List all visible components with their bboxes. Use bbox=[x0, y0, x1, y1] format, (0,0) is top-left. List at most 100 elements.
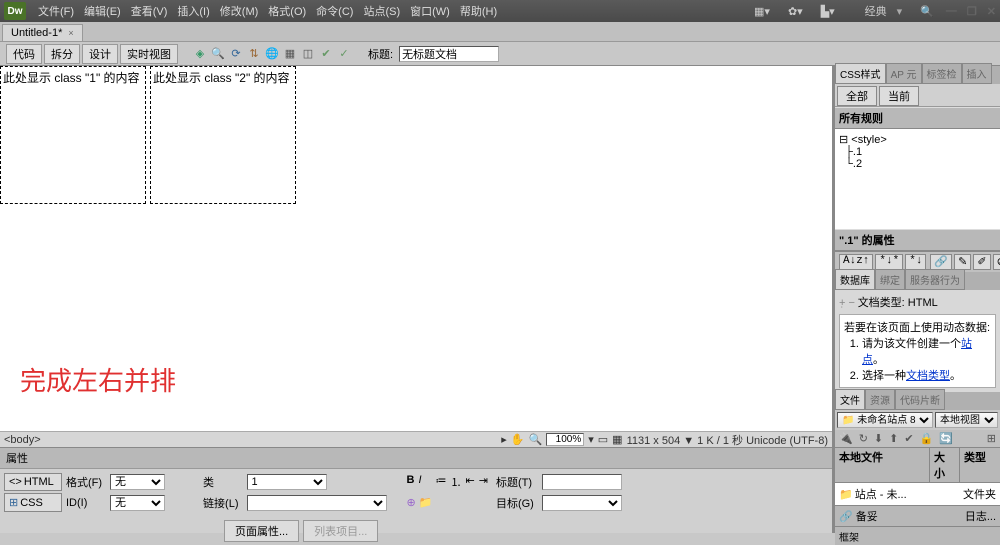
device-icon[interactable]: ▦ bbox=[612, 433, 622, 446]
outdent-button[interactable]: ⇤ bbox=[466, 474, 475, 490]
new-rule-icon[interactable]: ✎ bbox=[954, 254, 971, 270]
files-tab[interactable]: 文件 bbox=[835, 389, 865, 410]
tag-inspector-tab[interactable]: 标签检 bbox=[922, 63, 962, 84]
rules-tree[interactable]: ⊟ <style> ├.1 └.2 bbox=[835, 129, 1000, 229]
get-files-icon[interactable]: ⬇ bbox=[874, 432, 883, 445]
validate-icon[interactable]: ✔ bbox=[318, 46, 334, 62]
col-size[interactable]: 大小 bbox=[930, 448, 960, 482]
code-view-button[interactable]: 代码 bbox=[6, 44, 42, 64]
title-input[interactable] bbox=[399, 46, 499, 62]
connect-icon[interactable]: 🔌 bbox=[839, 432, 853, 445]
sort-star1-button[interactable]: *↓* bbox=[875, 254, 903, 270]
indent-button[interactable]: ⇥ bbox=[479, 474, 488, 490]
insert-tab[interactable]: 插入 bbox=[962, 63, 992, 84]
sort-az-button[interactable]: A↓z↑ bbox=[839, 254, 873, 270]
menu-modify[interactable]: 修改(M) bbox=[216, 1, 263, 21]
close-button[interactable]: ✕ bbox=[987, 5, 996, 18]
menu-insert[interactable]: 插入(I) bbox=[173, 1, 213, 21]
bindings-tab[interactable]: 绑定 bbox=[875, 269, 905, 290]
sort-star2-button[interactable]: *↓ bbox=[905, 254, 926, 270]
hand-tool-icon[interactable]: ✋ bbox=[511, 433, 525, 446]
menu-window[interactable]: 窗口(W) bbox=[406, 1, 454, 21]
refresh-files-icon[interactable]: ↻ bbox=[859, 432, 868, 445]
select-tool-icon[interactable]: ▸ bbox=[501, 433, 507, 446]
log-link[interactable]: 日志... bbox=[965, 508, 996, 524]
inspect-icon[interactable]: 🔍 bbox=[210, 46, 226, 62]
class-select[interactable]: 1 bbox=[247, 474, 327, 490]
files-list[interactable]: 📁站点 - 未... 文件夹 bbox=[835, 483, 1000, 505]
options-icon[interactable]: ▦ bbox=[282, 46, 298, 62]
assets-tab[interactable]: 资源 bbox=[865, 389, 895, 410]
checkout-icon[interactable]: ✔ bbox=[904, 432, 913, 445]
all-rules-tab[interactable]: 全部 bbox=[837, 86, 877, 106]
minimize-button[interactable]: — bbox=[946, 5, 957, 18]
point-to-file-icon[interactable]: ⊕ bbox=[407, 496, 416, 509]
workspace-label[interactable]: 经典 bbox=[865, 3, 887, 19]
refresh-icon[interactable]: ⟳ bbox=[228, 46, 244, 62]
sync-icon[interactable]: 🔄 bbox=[939, 432, 953, 445]
doctype-link[interactable]: 文档类型 bbox=[906, 370, 950, 382]
current-rules-tab[interactable]: 当前 bbox=[879, 86, 919, 106]
format-select[interactable]: 无 bbox=[110, 474, 165, 490]
live-code-icon[interactable]: ◈ bbox=[192, 46, 208, 62]
div-class-1[interactable]: 此处显示 class "1" 的内容 bbox=[0, 66, 146, 204]
design-view-button[interactable]: 设计 bbox=[82, 44, 118, 64]
tag-selector[interactable]: <body> bbox=[4, 434, 41, 446]
expand-icon[interactable]: ⊞ bbox=[987, 432, 996, 445]
html-mode-button[interactable]: <>HTML bbox=[4, 473, 62, 491]
zoom-tool-icon[interactable]: 🔍 bbox=[529, 433, 543, 446]
zoom-dropdown-icon[interactable]: ▾ bbox=[588, 433, 594, 446]
layout-icon[interactable]: ▦▾ bbox=[754, 5, 770, 18]
check-icon[interactable]: ✓ bbox=[336, 46, 352, 62]
attach-css-icon[interactable]: 🔗 bbox=[930, 254, 952, 270]
id-select[interactable]: 无 bbox=[110, 495, 165, 511]
database-tab[interactable]: 数据库 bbox=[835, 269, 875, 290]
menu-edit[interactable]: 编辑(E) bbox=[80, 1, 125, 21]
put-files-icon[interactable]: ⬆ bbox=[889, 432, 898, 445]
maximize-button[interactable]: ❐ bbox=[967, 5, 977, 18]
title-input-2[interactable] bbox=[542, 474, 622, 490]
browse-folder-icon[interactable]: 📁 bbox=[419, 496, 433, 509]
file-mgmt-icon[interactable]: ⇅ bbox=[246, 46, 262, 62]
ap-elements-tab[interactable]: AP 元 bbox=[886, 63, 922, 84]
link-select[interactable] bbox=[247, 495, 387, 511]
bold-button[interactable]: B bbox=[407, 474, 415, 490]
menu-view[interactable]: 查看(V) bbox=[127, 1, 172, 21]
target-select[interactable] bbox=[542, 495, 622, 511]
search-icon[interactable]: 🔍 bbox=[920, 5, 934, 18]
menu-commands[interactable]: 命令(C) bbox=[312, 1, 357, 21]
col-type[interactable]: 类型 bbox=[960, 448, 1000, 482]
frames-panel-header[interactable]: 框架 bbox=[835, 526, 1000, 545]
css-styles-tab[interactable]: CSS样式 bbox=[835, 63, 886, 84]
zoom-input[interactable] bbox=[546, 433, 584, 446]
live-view-button[interactable]: 实时视图 bbox=[120, 44, 178, 64]
properties-header[interactable]: 属性 bbox=[0, 448, 832, 469]
ol-button[interactable]: ⒈ bbox=[451, 474, 462, 490]
page-properties-button[interactable]: 页面属性... bbox=[224, 520, 299, 542]
ul-button[interactable]: ≔ bbox=[436, 474, 447, 490]
italic-button[interactable]: I bbox=[418, 474, 421, 490]
div-class-2[interactable]: 此处显示 class "2" 的内容 bbox=[150, 66, 296, 204]
css-mode-button[interactable]: ⊞CSS bbox=[4, 493, 62, 512]
extend-icon[interactable]: ✿▾ bbox=[788, 5, 803, 18]
visual-aids-icon[interactable]: ◫ bbox=[300, 46, 316, 62]
menu-file[interactable]: 文件(F) bbox=[34, 1, 78, 21]
view-select[interactable]: 本地视图 bbox=[935, 412, 998, 428]
menu-help[interactable]: 帮助(H) bbox=[456, 1, 501, 21]
menu-site[interactable]: 站点(S) bbox=[359, 1, 404, 21]
snippets-tab[interactable]: 代码片断 bbox=[895, 389, 945, 410]
file-row[interactable]: 📁站点 - 未... 文件夹 bbox=[837, 485, 998, 503]
menu-format[interactable]: 格式(O) bbox=[264, 1, 310, 21]
window-size-icon[interactable]: ▭ bbox=[598, 433, 608, 446]
checkin-icon[interactable]: 🔒 bbox=[920, 432, 934, 445]
split-view-button[interactable]: 拆分 bbox=[44, 44, 80, 64]
document-tab[interactable]: Untitled-1* × bbox=[2, 24, 83, 41]
site-icon[interactable]: ▙▾ bbox=[821, 5, 835, 18]
col-local-files[interactable]: 本地文件 bbox=[835, 448, 930, 482]
document-tab-close-icon[interactable]: × bbox=[68, 28, 73, 38]
design-canvas[interactable]: 此处显示 class "1" 的内容 此处显示 class "2" 的内容 完成… bbox=[0, 66, 832, 431]
disable-rule-icon[interactable]: ⊘ bbox=[993, 254, 1000, 270]
server-behaviors-tab[interactable]: 服务器行为 bbox=[905, 269, 965, 290]
edit-rule-icon[interactable]: ✐ bbox=[973, 254, 990, 270]
site-select[interactable]: 📁 未命名站点 8 bbox=[837, 412, 933, 428]
